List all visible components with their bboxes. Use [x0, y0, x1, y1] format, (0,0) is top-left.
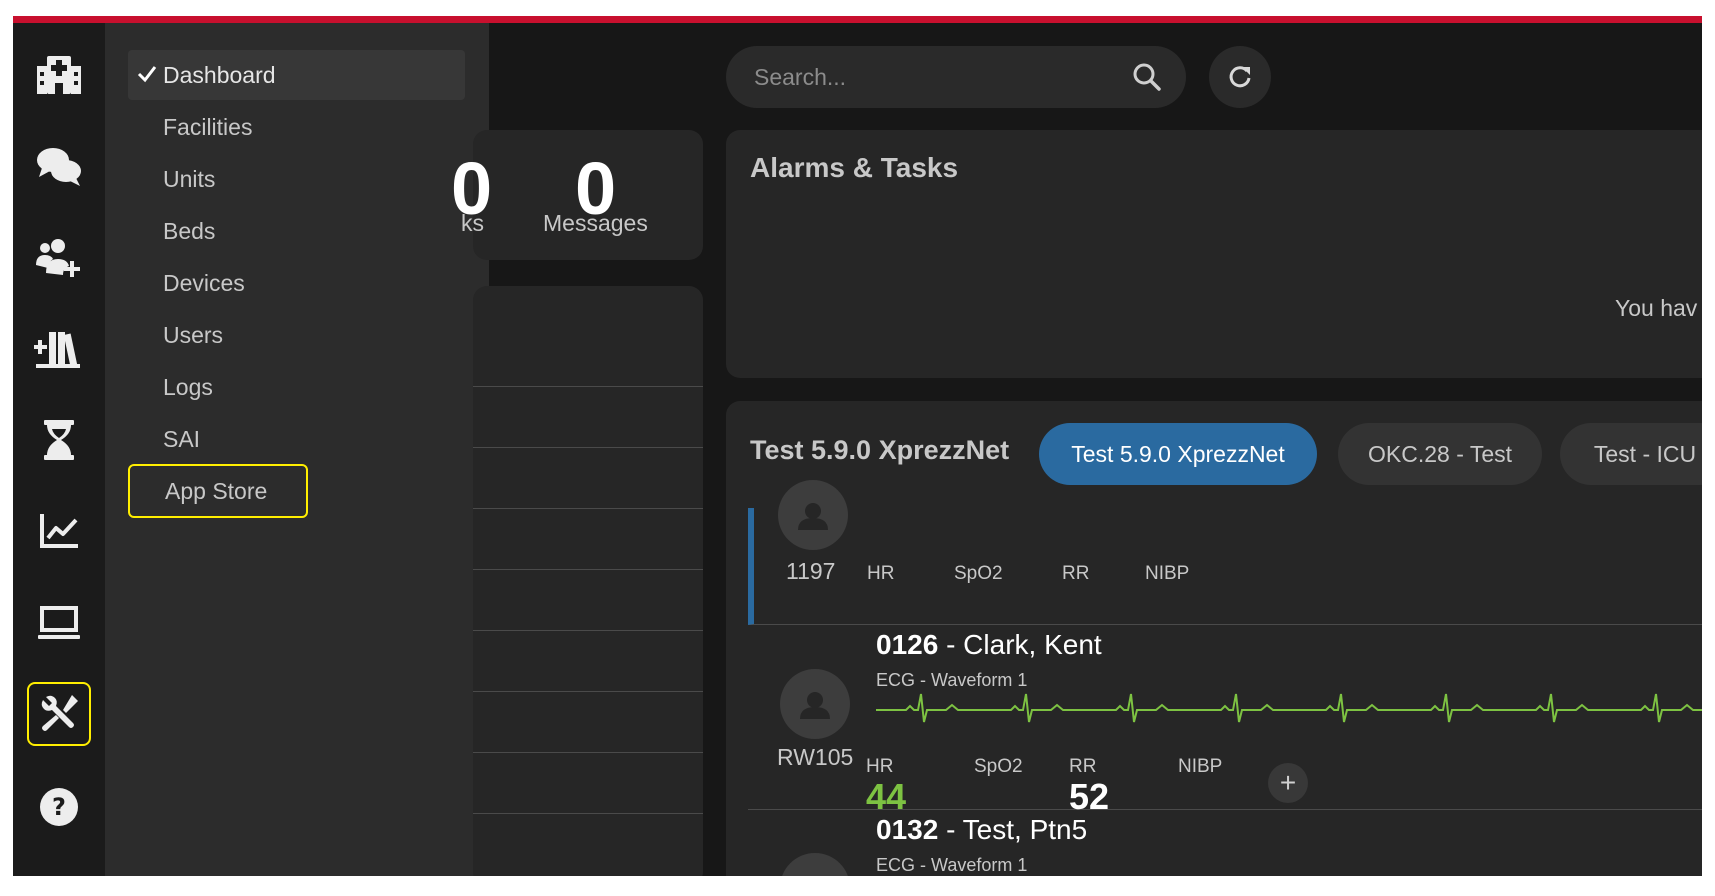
chat-icon: [37, 148, 81, 186]
vital-rr-label: RR: [1062, 563, 1090, 584]
rail-users[interactable]: [27, 226, 91, 290]
divider: [473, 630, 703, 631]
tools-icon: [41, 695, 78, 731]
divider: [473, 752, 703, 753]
app-window: ? Dashboard Facilities Units Beds Device…: [13, 16, 1702, 876]
divider: [473, 447, 703, 448]
person-icon: [798, 503, 828, 530]
menu-item-label: Facilities: [163, 113, 253, 140]
search-icon[interactable]: [1132, 62, 1162, 92]
menu-item-sai[interactable]: SAI: [128, 414, 465, 464]
vital-rr-label: RR: [1069, 756, 1097, 777]
menu-item-label: SAI: [163, 425, 201, 452]
menu-item-facilities[interactable]: Facilities: [128, 102, 465, 152]
patient-fullname: - Clark, Kent: [938, 629, 1102, 660]
person-icon: [800, 692, 830, 719]
vital-nibp-label: NIBP: [1145, 563, 1190, 584]
bed-label: 1197: [786, 558, 836, 584]
rail-settings[interactable]: [27, 682, 91, 746]
help-icon: ?: [40, 788, 78, 826]
search-box: [726, 46, 1186, 108]
menu-item-label: App Store: [165, 477, 268, 504]
vital-spo2-label: SpO2: [954, 563, 1003, 584]
icon-rail: ?: [13, 23, 105, 876]
messages-label: Messages: [543, 210, 648, 236]
vital-hr-label: HR: [867, 563, 895, 584]
waveform-label: ECG - Waveform 1: [876, 670, 1028, 690]
divider: [473, 386, 703, 387]
avatar: [778, 480, 848, 550]
top-accent-bar: [13, 16, 1702, 23]
tab-test-590-xprezznet[interactable]: Test 5.9.0 XprezzNet: [1039, 423, 1317, 485]
patient-name[interactable]: 0126 - Clark, Kent: [876, 629, 1102, 661]
rail-messages[interactable]: [27, 135, 91, 199]
menu-item-label: Units: [163, 165, 216, 192]
rail-analytics[interactable]: [27, 499, 91, 563]
divider: [473, 691, 703, 692]
hospital-icon: [37, 56, 81, 94]
patient-row[interactable]: RW105 0126 - Clark, Kent ECG - Waveform …: [748, 626, 1702, 817]
unit-title: Test 5.9.0 XprezzNet: [750, 435, 1010, 465]
divider: [473, 508, 703, 509]
menu-item-dashboard[interactable]: Dashboard: [128, 50, 465, 100]
search-input[interactable]: [754, 60, 1114, 94]
stats-card: 0 ks 0 Messages: [451, 130, 703, 260]
menu-item-beds[interactable]: Beds: [128, 206, 465, 256]
patient-row[interactable]: 0132 - Test, Ptn5 ECG - Waveform 1: [748, 811, 1702, 876]
refresh-button[interactable]: [1209, 46, 1271, 108]
patient-row[interactable]: 1197 HR SpO2 RR NIBP: [748, 480, 1702, 625]
users-add-icon: [36, 239, 80, 277]
tab-okc28-test[interactable]: OKC.28 - Test: [1338, 423, 1542, 485]
rail-monitor[interactable]: [27, 590, 91, 654]
line-chart-icon: [40, 514, 78, 548]
patient-fullname: - Test, Ptn5: [938, 814, 1088, 845]
vital-spo2-label: SpO2: [974, 756, 1023, 777]
menu-item-label: Dashboard: [163, 61, 276, 88]
refresh-icon: [1229, 66, 1251, 88]
rail-history[interactable]: [27, 408, 91, 472]
tab-test-icu[interactable]: Test - ICU: [1560, 423, 1702, 485]
monitor-icon: [38, 606, 80, 639]
alarms-tasks-card: Alarms & Tasks You hav: [726, 130, 1702, 378]
menu-item-label: Beds: [163, 217, 216, 244]
medical-books-icon: [34, 332, 80, 368]
patient-name[interactable]: 0132 - Test, Ptn5: [876, 814, 1087, 846]
vital-hr-label: HR: [866, 756, 894, 777]
divider: [473, 813, 703, 814]
alarms-empty-text: You hav: [1615, 295, 1698, 321]
svg-text:?: ?: [52, 793, 66, 821]
menu-item-devices[interactable]: Devices: [128, 258, 465, 308]
menu-item-logs[interactable]: Logs: [128, 362, 465, 412]
menu-item-app-store[interactable]: App Store: [128, 464, 308, 518]
bed-label: RW105: [777, 744, 854, 770]
hourglass-icon: [44, 420, 74, 460]
menu-item-users[interactable]: Users: [128, 310, 465, 360]
divider: [473, 569, 703, 570]
menu-item-units[interactable]: Units: [128, 154, 465, 204]
ecg-waveform: [876, 693, 1702, 723]
menu-item-label: Users: [163, 321, 224, 348]
list-card: [473, 286, 703, 876]
admin-menu: Dashboard Facilities Units Beds Devices …: [105, 23, 489, 876]
unit-card: Test 5.9.0 XprezzNet Test 5.9.0 XprezzNe…: [726, 401, 1702, 876]
rail-hospital[interactable]: [27, 43, 91, 107]
menu-item-label: Logs: [163, 373, 213, 400]
menu-item-label: Devices: [163, 269, 245, 296]
avatar: [780, 669, 850, 739]
alarms-title: Alarms & Tasks: [750, 152, 959, 183]
vital-nibp-label: NIBP: [1178, 756, 1223, 777]
rail-help[interactable]: ?: [27, 775, 91, 839]
waveform-label: ECG - Waveform 1: [876, 855, 1028, 875]
patient-mrn: 0132: [876, 814, 939, 845]
patient-mrn: 0126: [876, 629, 939, 660]
avatar: [780, 853, 850, 876]
tasks-label: ks: [461, 210, 484, 236]
check-icon: [137, 66, 157, 83]
rail-library[interactable]: [27, 317, 91, 381]
add-vital-button[interactable]: +: [1268, 763, 1308, 803]
